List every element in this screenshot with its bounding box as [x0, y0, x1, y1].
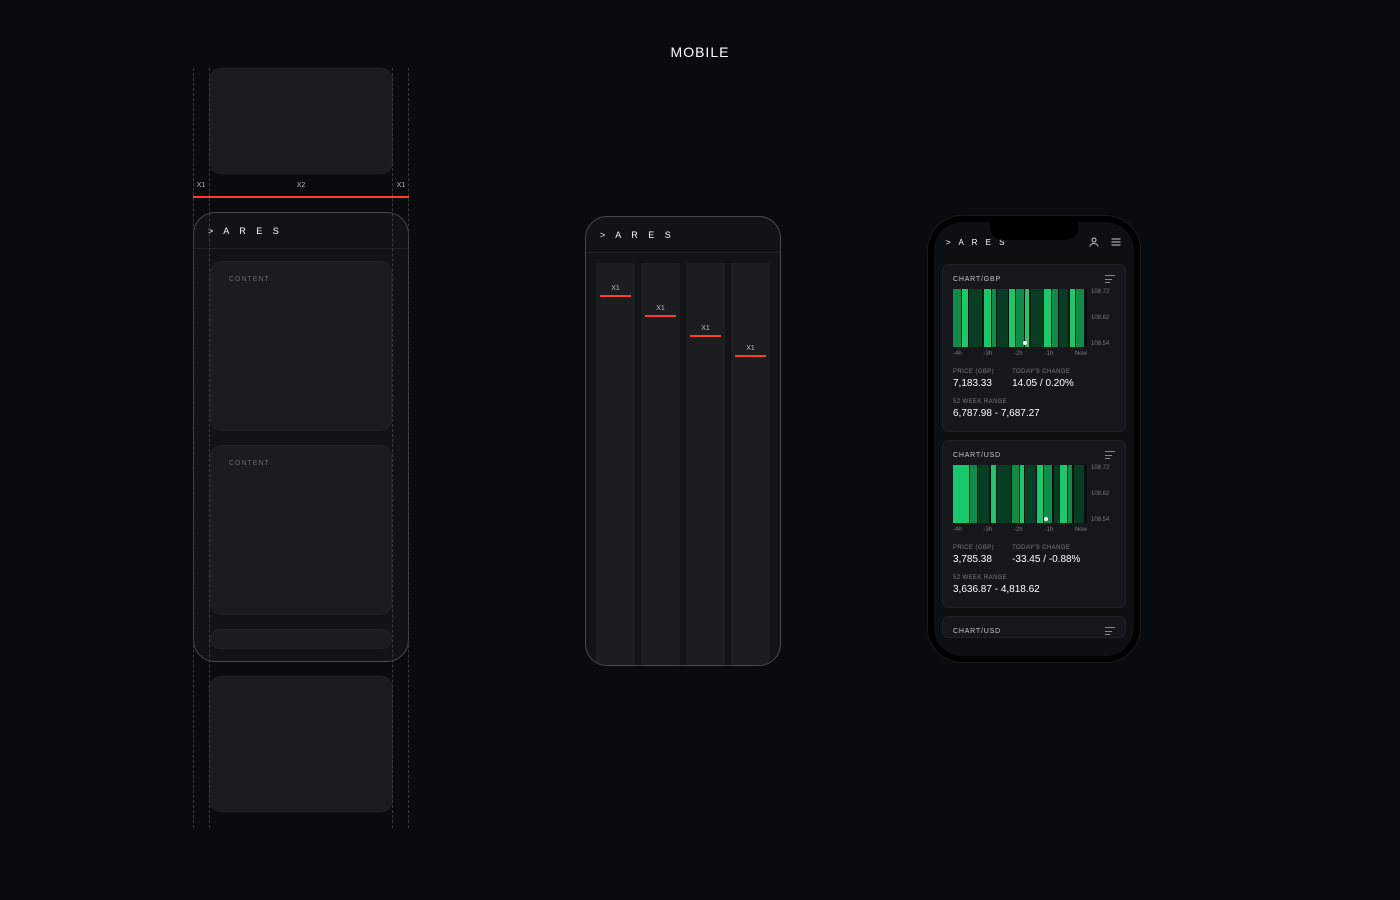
- card-title: CHART/GBP: [953, 276, 1001, 283]
- content-label: CONTENT: [211, 446, 391, 467]
- ghost-card-bottom: [209, 676, 393, 812]
- chart-area: 108.72 108.62 108.54: [953, 465, 1115, 523]
- menu-icon[interactable]: [1110, 236, 1122, 248]
- account-icon[interactable]: [1088, 236, 1100, 248]
- x-axis: -4h -3h -2h -1h Now: [953, 351, 1115, 357]
- content-label: CONTENT: [211, 262, 391, 283]
- column-label: X1: [656, 305, 665, 312]
- chart-card-peek[interactable]: CHART/USD: [942, 616, 1126, 638]
- content-block-2: CONTENT: [210, 445, 392, 615]
- guide-column: X1: [731, 263, 770, 665]
- card-title: CHART/USD: [953, 452, 1001, 459]
- price-stat: PRICE (GBP) 7,183.33: [953, 369, 994, 389]
- guide-column: X1: [641, 263, 680, 665]
- filter-icon[interactable]: [1105, 451, 1115, 459]
- range-stat: 52 WEEK RANGE 3,636.87 - 4,818.62: [953, 575, 1115, 595]
- column-label: X1: [746, 345, 755, 352]
- x-axis: -4h -3h -2h -1h Now: [953, 527, 1115, 533]
- layout-guide-frame: X2 X1 X1 > A R E S CONTENT CONTENT: [193, 68, 409, 828]
- chart-card-usd[interactable]: CHART/USD: [942, 440, 1126, 608]
- chart-canvas[interactable]: [953, 289, 1087, 347]
- price-stat: PRICE (GBP) 3,785.38: [953, 545, 994, 565]
- brand-logo: > A R E S: [600, 230, 675, 240]
- content-block-3: [210, 629, 392, 649]
- guide-column: X1: [686, 263, 725, 665]
- phone-notch: [990, 222, 1078, 240]
- columns-container: X1 X1 X1 X1: [586, 253, 780, 665]
- column-guide-frame: > A R E S X1 X1 X1 X1: [585, 216, 781, 666]
- chart-card-gbp[interactable]: CHART/GBP: [942, 264, 1126, 432]
- column-label: X1: [701, 325, 710, 332]
- change-stat: TODAY'S CHANGE 14.05 / 0.20%: [1012, 369, 1074, 389]
- change-stat: TODAY'S CHANGE -33.45 / -0.88%: [1012, 545, 1080, 565]
- filter-icon[interactable]: [1105, 275, 1115, 283]
- x2-ruler: X2 X1 X1: [193, 188, 409, 206]
- brand-logo: > A R E S: [208, 226, 283, 236]
- chart-area: 108.72 108.62 108.54: [953, 289, 1115, 347]
- phone-screen: > A R E S CHART/GBP: [934, 222, 1134, 656]
- x1-label-right: X1: [397, 182, 406, 189]
- y-axis: 108.72 108.62 108.54: [1091, 465, 1115, 523]
- y-axis: 108.72 108.62 108.54: [1091, 289, 1115, 347]
- wireframe-device: > A R E S CONTENT CONTENT: [193, 212, 409, 662]
- chart-marker: [1023, 341, 1027, 345]
- chart-canvas[interactable]: [953, 465, 1087, 523]
- page-title: MOBILE: [0, 44, 1400, 60]
- ghost-card-top: [209, 68, 393, 174]
- guide-column: X1: [596, 263, 635, 665]
- content-block-1: CONTENT: [210, 261, 392, 431]
- x2-label: X2: [297, 182, 306, 189]
- phone-body: CHART/GBP: [934, 258, 1134, 656]
- wireframe-header: > A R E S: [194, 213, 408, 249]
- wireframe-header: > A R E S: [586, 217, 780, 253]
- card-title: CHART/USD: [953, 628, 1001, 635]
- filter-icon[interactable]: [1105, 627, 1115, 635]
- range-stat: 52 WEEK RANGE 6,787.98 - 7,687.27: [953, 399, 1115, 419]
- x1-label-left: X1: [197, 182, 206, 189]
- phone-mockup: > A R E S CHART/GBP: [928, 216, 1140, 662]
- column-label: X1: [611, 285, 620, 292]
